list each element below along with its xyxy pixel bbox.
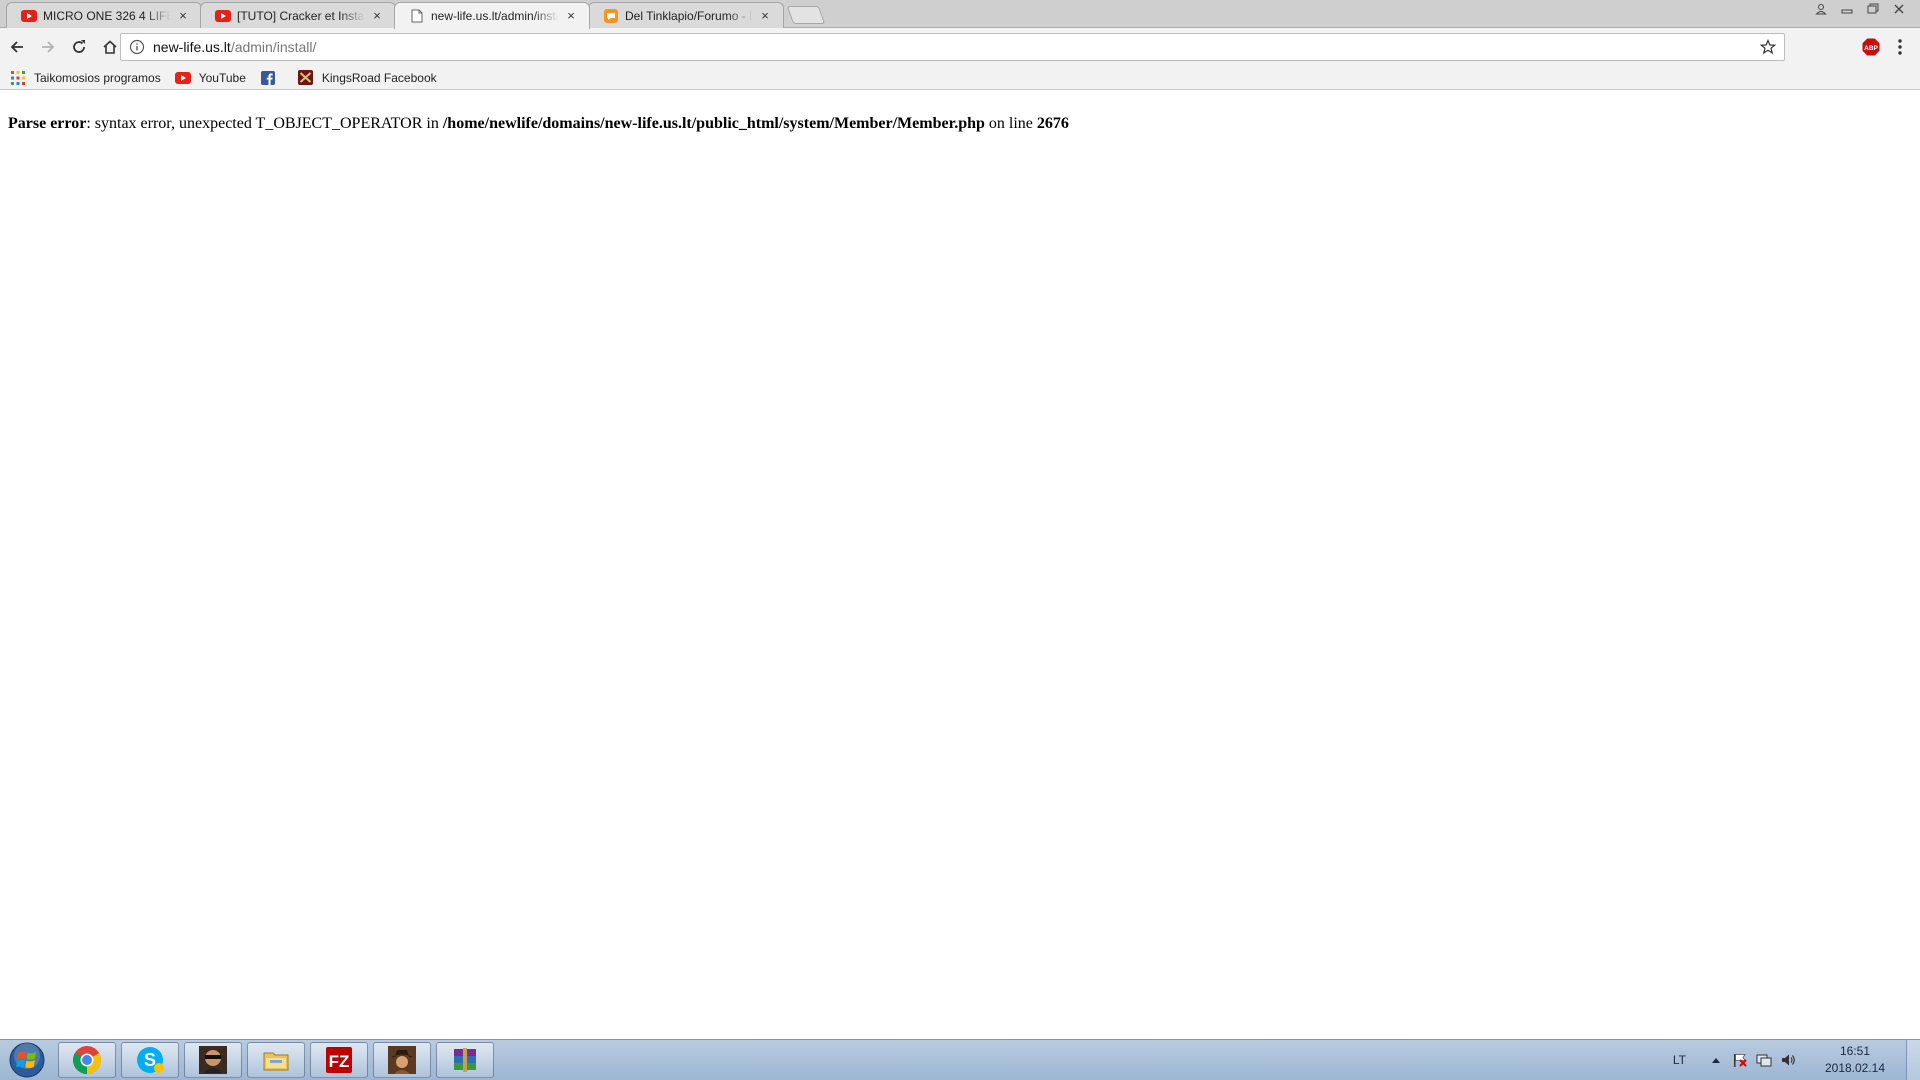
url-path: /admin/install/ xyxy=(230,39,317,55)
tab-tuto-cracker[interactable]: [TUTO] Cracker et Installe × xyxy=(200,2,396,28)
error-on-line: on line xyxy=(984,115,1037,132)
taskbar-cowboy-app[interactable] xyxy=(373,1042,431,1078)
taskbar-clock[interactable]: 16:51 2018.02.14 xyxy=(1810,1043,1900,1077)
bookmark-label: Taikomosios programos xyxy=(34,70,161,85)
tab-title: Del Tinklapio/Forumo - F xyxy=(625,8,753,23)
error-message: : syntax error, unexpected T_OBJECT_OPER… xyxy=(86,115,443,132)
svg-text:ABP: ABP xyxy=(1864,45,1878,52)
minimize-icon[interactable] xyxy=(1834,0,1860,18)
home-icon xyxy=(103,40,117,54)
taskbar-chrome[interactable] xyxy=(58,1042,116,1078)
file-explorer-icon xyxy=(263,1052,289,1071)
facebook-icon xyxy=(260,70,276,86)
bookmark-label: YouTube xyxy=(198,70,246,85)
bookmark-facebook[interactable] xyxy=(260,68,284,88)
bookmark-label: KingsRoad Facebook xyxy=(321,70,437,85)
youtube-icon xyxy=(174,70,191,86)
info-icon[interactable] xyxy=(129,39,145,55)
error-label: Parse error xyxy=(8,115,87,132)
back-button[interactable] xyxy=(3,33,31,61)
browser-menu-icon[interactable] xyxy=(1894,37,1906,57)
skype-icon: S xyxy=(137,1047,164,1073)
adblock-plus-icon[interactable]: ABP xyxy=(1862,38,1880,56)
action-center-flag-icon[interactable] xyxy=(1732,1052,1748,1068)
bookmark-apps[interactable]: Taikomosios programos xyxy=(10,68,161,88)
taskbar-filezilla[interactable]: FZ xyxy=(310,1042,368,1078)
reload-icon xyxy=(73,40,85,53)
windows-taskbar: S FZ LT 16:51 2018.02.14 xyxy=(0,1039,1920,1080)
avatar-app-icon xyxy=(199,1046,227,1074)
page-icon xyxy=(409,8,425,24)
taskbar-winrar[interactable] xyxy=(436,1042,494,1078)
reload-button[interactable] xyxy=(65,33,93,61)
new-tab-button[interactable] xyxy=(786,6,826,24)
window-controls xyxy=(1808,0,1912,18)
address-bar[interactable]: new-life.us.lt/admin/install/ xyxy=(120,33,1785,61)
show-hidden-icons-icon[interactable] xyxy=(1708,1052,1724,1068)
tab-new-life-install[interactable]: new-life.us.lt/admin/insta × xyxy=(394,2,590,29)
taskbar-avatar-app[interactable] xyxy=(184,1042,242,1078)
tab-title: [TUTO] Cracker et Installe xyxy=(237,8,365,23)
tab-title: MICRO ONE 326 4 LIFE - xyxy=(43,8,171,23)
youtube-icon xyxy=(215,8,231,24)
clock-date: 2018.02.14 xyxy=(1824,1061,1886,1075)
bookmark-kingsroad[interactable]: KingsRoad Facebook xyxy=(298,68,437,88)
chrome-icon xyxy=(73,1046,101,1074)
bookmark-star-icon[interactable] xyxy=(1759,38,1777,58)
tab-close-icon[interactable]: × xyxy=(757,8,773,24)
url-host: new-life.us.lt xyxy=(153,39,231,55)
cowboy-app-icon xyxy=(388,1046,416,1074)
tab-strip: MICRO ONE 326 4 LIFE - × [TUTO] Cracker … xyxy=(0,0,1920,29)
volume-icon[interactable] xyxy=(1780,1052,1796,1068)
tab-close-icon[interactable]: × xyxy=(563,8,579,24)
apps-grid-icon xyxy=(10,70,26,86)
back-arrow-icon xyxy=(10,41,23,53)
browser-toolbar: new-life.us.lt/admin/install/ ABP xyxy=(0,28,1920,66)
forward-button[interactable] xyxy=(34,33,62,61)
language-indicator[interactable]: LT xyxy=(1673,1053,1686,1067)
system-tray: LT 16:51 2018.02.14 xyxy=(1673,1040,1920,1080)
profile-icon[interactable] xyxy=(1808,0,1834,18)
youtube-icon xyxy=(21,8,37,24)
kingsroad-icon xyxy=(298,70,314,86)
forum-icon xyxy=(603,8,619,24)
close-window-icon[interactable] xyxy=(1886,0,1912,18)
svg-text:FZ: FZ xyxy=(329,1052,350,1071)
windows-start-icon xyxy=(9,1042,45,1078)
clock-time: 16:51 xyxy=(1839,1044,1871,1058)
show-desktop-button[interactable] xyxy=(1906,1040,1920,1080)
bookmarks-bar: Taikomosios programos YouTube KingsRoad … xyxy=(0,66,1920,90)
start-button[interactable] xyxy=(4,1041,50,1079)
error-file-path: /home/newlife/domains/new-life.us.lt/pub… xyxy=(442,115,985,132)
tab-del-tinklapio[interactable]: Del Tinklapio/Forumo - F × xyxy=(588,2,784,28)
filezilla-icon: FZ xyxy=(326,1047,352,1073)
taskbar-file-explorer[interactable] xyxy=(247,1042,305,1078)
winrar-icon xyxy=(454,1048,476,1072)
page-content: Parse error: syntax error, unexpected T_… xyxy=(0,91,1920,1039)
tab-close-icon[interactable]: × xyxy=(175,8,191,24)
network-icon[interactable] xyxy=(1756,1052,1772,1068)
error-line-number: 2676 xyxy=(1036,115,1069,132)
bookmark-youtube[interactable]: YouTube xyxy=(174,68,246,88)
restore-icon[interactable] xyxy=(1860,0,1886,18)
tab-title: new-life.us.lt/admin/insta xyxy=(431,9,559,23)
forward-arrow-icon xyxy=(42,41,55,53)
tab-micro-one[interactable]: MICRO ONE 326 4 LIFE - × xyxy=(6,2,202,28)
php-parse-error: Parse error: syntax error, unexpected T_… xyxy=(8,115,1069,133)
tab-close-icon[interactable]: × xyxy=(369,8,385,24)
taskbar-skype[interactable]: S xyxy=(121,1042,179,1078)
